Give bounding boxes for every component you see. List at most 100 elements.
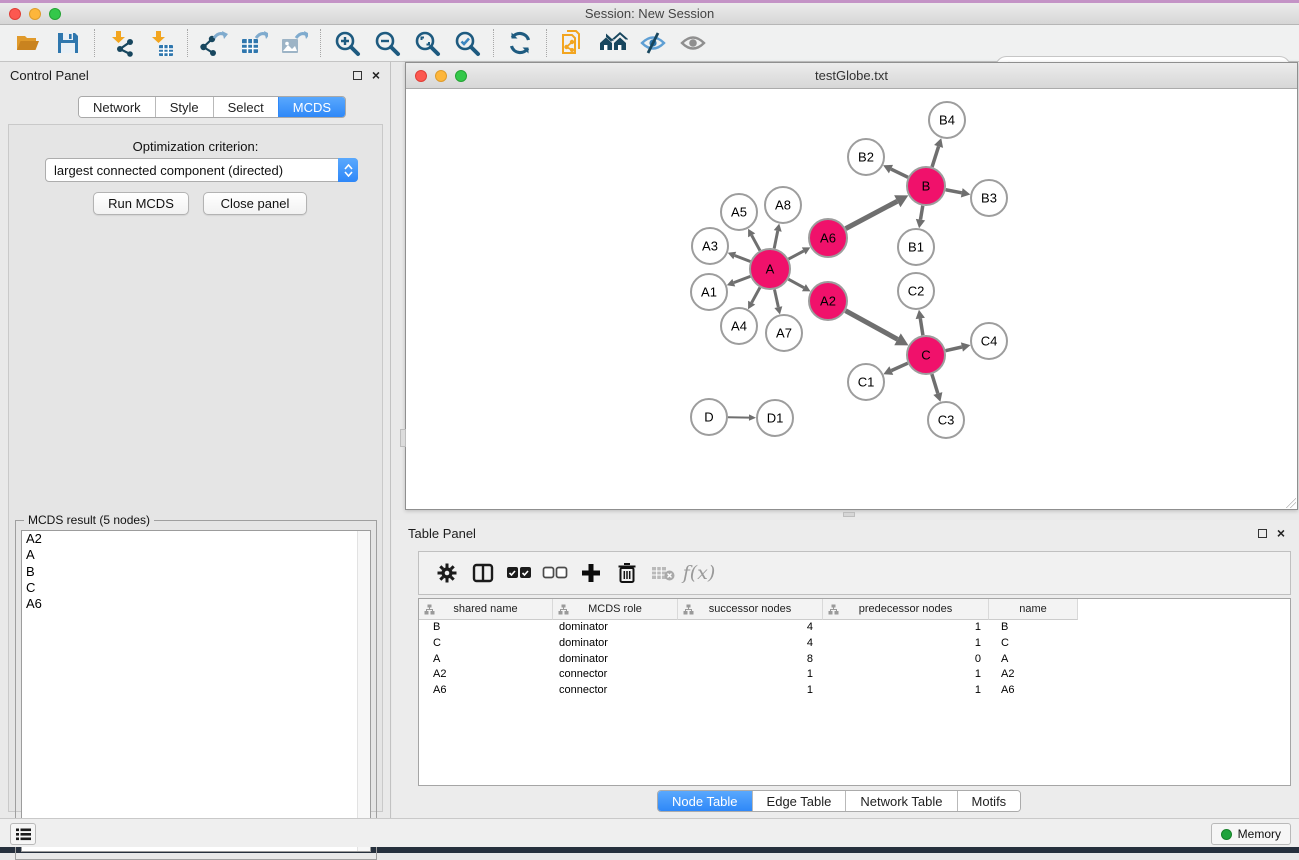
first-neighbors-button[interactable] (593, 27, 633, 59)
table-cell[interactable]: dominator (553, 636, 678, 652)
column-header[interactable]: shared name (419, 599, 553, 620)
result-list-item[interactable]: A (22, 547, 370, 563)
export-table-button[interactable] (234, 27, 274, 59)
zoom-fit-button[interactable] (407, 27, 447, 59)
float-panel-icon[interactable] (353, 71, 362, 80)
network-graph[interactable]: B4B2BB3A8A5A6B1A3AA1C2A2A4A7C4CC1C3DD1 (406, 89, 1297, 509)
table-cell[interactable]: A6 (989, 683, 1078, 699)
result-list-item[interactable]: A2 (22, 531, 370, 547)
table-cell[interactable]: 4 (678, 636, 823, 652)
table-cell[interactable]: A2 (419, 667, 553, 683)
table-row[interactable]: Adominator80A (419, 652, 1290, 668)
tab-edge-table[interactable]: Edge Table (752, 791, 846, 811)
table-cell[interactable]: connector (553, 667, 678, 683)
show-all-button[interactable] (673, 27, 713, 59)
column-header[interactable]: name (989, 599, 1078, 620)
graph-edge[interactable] (920, 318, 923, 335)
table-cell[interactable]: 1 (823, 683, 989, 699)
column-header[interactable]: successor nodes (678, 599, 823, 620)
tab-network-table[interactable]: Network Table (845, 791, 956, 811)
table-row[interactable]: A6connector11A6 (419, 683, 1290, 699)
select-all-rows-button[interactable] (501, 555, 537, 591)
graph-edge[interactable] (774, 231, 778, 248)
save-session-button[interactable] (48, 27, 88, 59)
table-cell[interactable]: A (419, 652, 553, 668)
delete-table-button[interactable] (645, 555, 681, 591)
table-cell[interactable]: A6 (419, 683, 553, 699)
export-image-button[interactable] (274, 27, 314, 59)
close-table-panel-icon[interactable]: × (1277, 526, 1285, 540)
table-cell[interactable]: C (989, 636, 1078, 652)
result-list-item[interactable]: A6 (22, 596, 370, 612)
memory-button[interactable]: Memory (1211, 823, 1291, 845)
graph-edge[interactable] (752, 235, 760, 250)
open-file-button[interactable] (8, 27, 48, 59)
network-canvas[interactable]: B4B2BB3A8A5A6B1A3AA1C2A2A4A7C4CC1C3DD1 (406, 89, 1297, 509)
table-cell[interactable]: C (419, 636, 553, 652)
import-table-button[interactable] (141, 27, 181, 59)
table-cell[interactable]: 4 (678, 620, 823, 636)
graph-edge[interactable] (891, 169, 908, 177)
tab-node-table[interactable]: Node Table (658, 791, 752, 811)
table-cell[interactable]: dominator (553, 620, 678, 636)
delete-column-button[interactable] (609, 555, 645, 591)
result-list-scrollbar[interactable] (357, 531, 370, 851)
refresh-button[interactable] (500, 27, 540, 59)
table-cell[interactable]: 0 (823, 652, 989, 668)
zoom-selected-button[interactable] (447, 27, 487, 59)
zoom-in-button[interactable] (327, 27, 367, 59)
float-table-panel-icon[interactable] (1258, 529, 1267, 538)
table-row[interactable]: Bdominator41B (419, 620, 1290, 636)
optimization-criterion-select[interactable]: largest connected component (directed) (45, 158, 358, 182)
tab-mcds[interactable]: MCDS (278, 97, 345, 117)
new-network-from-selection-button[interactable] (553, 27, 593, 59)
graph-edge[interactable] (846, 201, 898, 228)
table-cell[interactable]: A2 (989, 667, 1078, 683)
graph-edge[interactable] (788, 279, 804, 288)
panel-splitter-handle[interactable] (843, 512, 855, 517)
graph-edge[interactable] (946, 347, 962, 351)
table-cell[interactable]: B (989, 620, 1078, 636)
tab-select[interactable]: Select (213, 97, 278, 117)
table-cell[interactable]: A (989, 652, 1078, 668)
graph-edge[interactable] (946, 190, 962, 193)
tab-motifs[interactable]: Motifs (957, 791, 1021, 811)
window-resize-grip[interactable] (1286, 498, 1296, 508)
tab-style[interactable]: Style (155, 97, 213, 117)
task-history-button[interactable] (10, 823, 36, 845)
table-row[interactable]: Cdominator41C (419, 636, 1290, 652)
table-row[interactable]: A2connector11A2 (419, 667, 1290, 683)
table-cell[interactable]: 8 (678, 652, 823, 668)
table-settings-button[interactable] (429, 555, 465, 591)
graph-edge[interactable] (789, 251, 804, 259)
show-columns-button[interactable] (465, 555, 501, 591)
deselect-all-rows-button[interactable] (537, 555, 573, 591)
run-mcds-button[interactable]: Run MCDS (93, 192, 189, 215)
graph-edge[interactable] (846, 311, 898, 340)
column-header[interactable]: MCDS role (553, 599, 678, 620)
graph-edge[interactable] (920, 206, 922, 220)
graph-edge[interactable] (735, 255, 751, 261)
export-network-button[interactable] (194, 27, 234, 59)
graph-edge[interactable] (891, 363, 907, 370)
zoom-out-button[interactable] (367, 27, 407, 59)
graph-edge[interactable] (752, 287, 760, 302)
graph-edge[interactable] (932, 146, 939, 166)
import-network-button[interactable] (101, 27, 141, 59)
column-header[interactable]: predecessor nodes (823, 599, 989, 620)
close-panel-icon[interactable]: × (372, 68, 380, 82)
table-cell[interactable]: B (419, 620, 553, 636)
create-column-button[interactable] (573, 555, 609, 591)
table-cell[interactable]: 1 (678, 667, 823, 683)
close-panel-button[interactable]: Close panel (203, 192, 307, 215)
table-cell[interactable]: 1 (678, 683, 823, 699)
result-list-item[interactable]: C (22, 580, 370, 596)
graph-edge[interactable] (734, 276, 751, 282)
table-cell[interactable]: dominator (553, 652, 678, 668)
table-cell[interactable]: connector (553, 683, 678, 699)
function-builder-button[interactable]: f(x) (681, 555, 717, 591)
tab-network[interactable]: Network (79, 97, 155, 117)
result-list-item[interactable]: B (22, 564, 370, 580)
table-cell[interactable]: 1 (823, 636, 989, 652)
table-cell[interactable]: 1 (823, 667, 989, 683)
